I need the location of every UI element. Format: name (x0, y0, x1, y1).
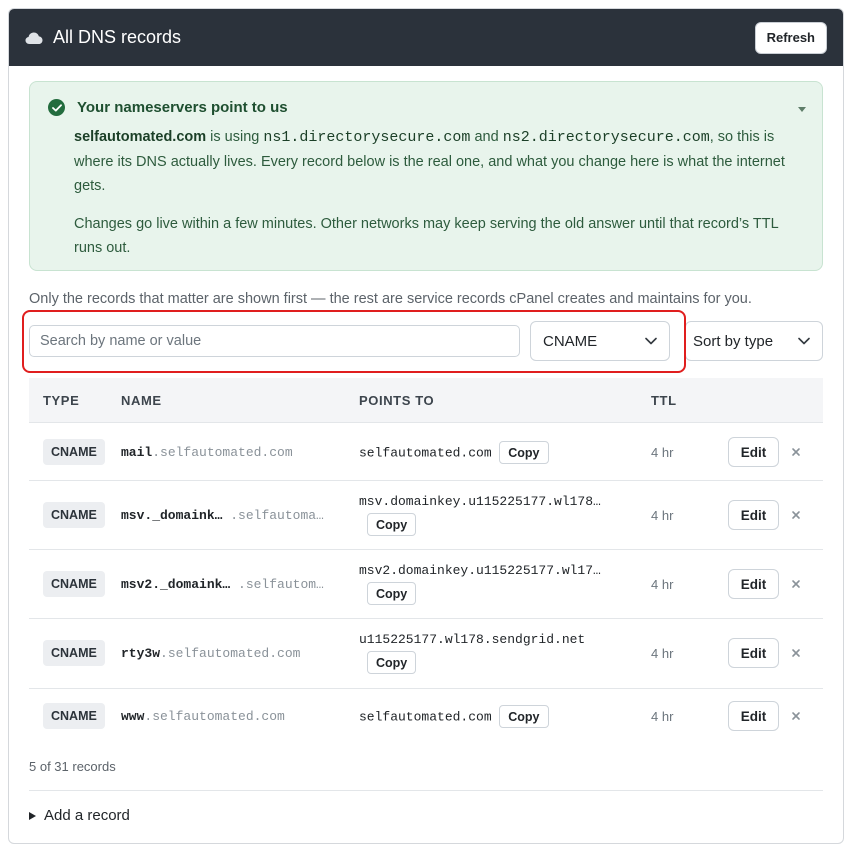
table-row: CNAME msv._domaink… .selfautoma… msv.dom… (29, 481, 823, 550)
record-value: msv2.domainkey.u115225177.wl17… Copy (359, 563, 601, 605)
record-domain: .selfautoma… (230, 508, 324, 523)
record-domain: .selfautomated.com (144, 709, 285, 724)
sort-select[interactable]: Sort by type (685, 321, 823, 361)
record-host: mail (121, 445, 153, 460)
type-badge: CNAME (43, 502, 105, 528)
record-host: msv2._domaink… (121, 577, 231, 592)
close-icon[interactable] (791, 579, 801, 589)
close-icon[interactable] (791, 711, 801, 721)
type-badge: CNAME (43, 640, 105, 666)
add-record-label: Add a record (44, 807, 130, 824)
record-ttl: 4 hr (651, 709, 674, 724)
copy-button[interactable]: Copy (367, 582, 417, 605)
table-header: TYPE NAME POINTS TO TTL (29, 378, 823, 423)
page-title: All DNS records (53, 27, 182, 47)
copy-button[interactable]: Copy (367, 513, 417, 536)
header-points-to: POINTS TO (359, 392, 435, 408)
disclosure-triangle-icon (29, 811, 36, 820)
chevron-down-icon (798, 337, 810, 345)
records-note: Only the records that matter are shown f… (29, 291, 752, 307)
record-ttl: 4 hr (651, 445, 674, 460)
alert-body: selfautomated.com is using ns1.directory… (74, 125, 804, 260)
nameserver-alert: Your nameservers point to us selfautomat… (29, 81, 823, 271)
record-name: www.selfautomated.com (121, 709, 285, 724)
dns-records-card: All DNS records Refresh Your nameservers… (8, 8, 844, 844)
close-icon[interactable] (791, 447, 801, 457)
check-circle-icon (48, 99, 65, 116)
nameserver-1: ns1.directorysecure.com (263, 129, 471, 146)
edit-button[interactable]: Edit (728, 701, 779, 731)
filter-row: CNAME Sort by type (29, 321, 823, 361)
record-domain: .selfautomated.com (152, 445, 293, 460)
alert-text-and: and (470, 129, 503, 145)
alert-title: Your nameservers point to us (77, 99, 288, 116)
nameserver-2: ns2.directorysecure.com (502, 129, 710, 146)
title-wrap: All DNS records (25, 27, 181, 48)
records-table: TYPE NAME POINTS TO TTL CNAME mail.selfa… (29, 378, 823, 745)
record-ttl: 4 hr (651, 508, 674, 523)
alert-paragraph-2: Changes go live within a few minutes. Ot… (74, 216, 779, 256)
record-ttl: 4 hr (651, 646, 674, 661)
type-badge: CNAME (43, 703, 105, 729)
edit-button[interactable]: Edit (728, 500, 779, 530)
record-domain: .selfautom… (238, 577, 324, 592)
alert-header[interactable]: Your nameservers point to us (48, 99, 288, 116)
refresh-button[interactable]: Refresh (754, 21, 827, 54)
sort-value: Sort by type (693, 332, 774, 350)
edit-button[interactable]: Edit (728, 437, 779, 467)
search-input[interactable] (29, 325, 520, 357)
edit-button[interactable]: Edit (728, 638, 779, 668)
collapse-caret-icon[interactable] (798, 107, 806, 112)
record-target: msv.domainkey.u115225177.wl178… (359, 494, 601, 509)
table-row: CNAME rty3w.selfautomated.com u115225177… (29, 619, 823, 689)
record-target: u115225177.wl178.sendgrid.net (359, 632, 586, 647)
copy-button[interactable]: Copy (499, 441, 549, 464)
record-value: u115225177.wl178.sendgrid.net Copy (359, 632, 585, 674)
type-filter-select[interactable]: CNAME (530, 321, 670, 361)
record-value: selfautomated.com Copy (359, 441, 549, 464)
type-badge: CNAME (43, 571, 105, 597)
header-type: TYPE (43, 392, 80, 408)
chevron-down-icon (645, 337, 657, 345)
record-name: msv2._domaink… .selfautom… (121, 577, 324, 592)
alert-text-is-using: is using (206, 129, 264, 145)
record-count: 5 of 31 records (29, 759, 116, 774)
record-target: selfautomated.com (359, 445, 492, 461)
record-value: msv.domainkey.u115225177.wl178… Copy (359, 494, 601, 536)
record-value: selfautomated.com Copy (359, 705, 549, 728)
add-record-toggle[interactable]: Add a record (29, 807, 130, 824)
header-ttl: TTL (651, 392, 677, 408)
record-target: selfautomated.com (359, 709, 492, 725)
alert-paragraph-1: selfautomated.com is using ns1.directory… (74, 125, 804, 198)
record-name: rty3w.selfautomated.com (121, 646, 300, 661)
type-badge: CNAME (43, 439, 105, 465)
table-row: CNAME www.selfautomated.com selfautomate… (29, 689, 823, 745)
close-icon[interactable] (791, 648, 801, 658)
record-host: www (121, 709, 145, 724)
cloud-icon (25, 32, 43, 44)
close-icon[interactable] (791, 510, 801, 520)
record-name: msv._domaink… .selfautoma… (121, 508, 324, 523)
copy-button[interactable]: Copy (367, 651, 417, 674)
record-target: msv2.domainkey.u115225177.wl17… (359, 563, 601, 578)
card-header: All DNS records Refresh (9, 9, 843, 66)
type-filter-value: CNAME (543, 332, 598, 350)
alert-domain: selfautomated.com (74, 129, 207, 145)
record-domain: .selfautomated.com (160, 646, 301, 661)
header-name: NAME (121, 392, 162, 408)
record-ttl: 4 hr (651, 577, 674, 592)
record-name: mail.selfautomated.com (121, 445, 293, 460)
edit-button[interactable]: Edit (728, 569, 779, 599)
divider (29, 790, 823, 791)
copy-button[interactable]: Copy (499, 705, 549, 728)
table-row: CNAME mail.selfautomated.com selfautomat… (29, 423, 823, 481)
record-host: rty3w (121, 646, 161, 661)
table-row: CNAME msv2._domaink… .selfautom… msv2.do… (29, 550, 823, 619)
record-host: msv._domaink… (121, 508, 223, 523)
